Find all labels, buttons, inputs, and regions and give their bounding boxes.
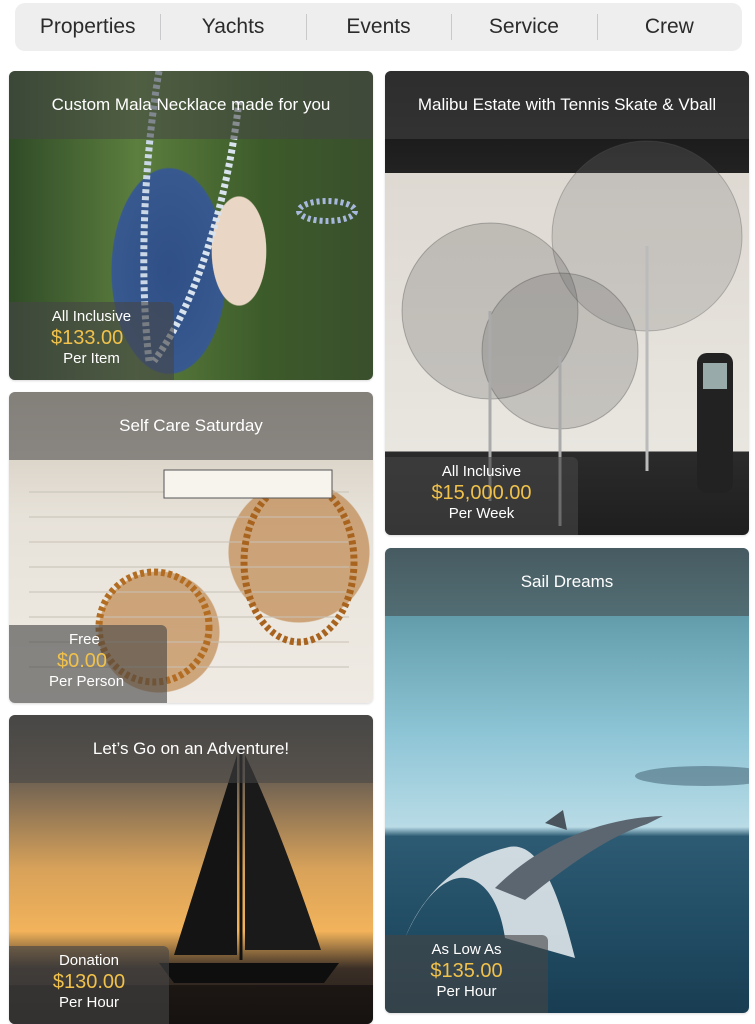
price-value: $0.00: [57, 650, 108, 672]
price-kind: Donation: [58, 952, 120, 969]
price-value: $135.00: [430, 960, 503, 982]
tab-crew[interactable]: Crew: [596, 3, 742, 51]
price-kind: All Inclusive: [441, 463, 522, 480]
price-unit: Per Hour: [58, 994, 120, 1011]
price-value: $130.00: [52, 971, 126, 993]
listing-card-sail[interactable]: Sail Dreams As Low As $135.00 Per Hour: [385, 548, 749, 1013]
price-badge: As Low As $135.00 Per Hour: [385, 935, 548, 1013]
tab-yachts[interactable]: Yachts: [160, 3, 305, 51]
price-value: $15,000.00: [431, 482, 532, 504]
listing-card-selfcare[interactable]: Self Care Saturday Free $0.00 Per Person: [9, 392, 373, 703]
price-badge: Donation $130.00 Per Hour: [9, 946, 169, 1024]
card-title: Let’s Go on an Adventure!: [9, 715, 373, 783]
card-title: Custom Mala Necklace made for you: [9, 71, 373, 139]
price-unit: Per Hour: [436, 983, 497, 1000]
card-title: Self Care Saturday: [9, 392, 373, 460]
category-nav: Properties Yachts Events Service Crew: [15, 3, 742, 51]
tab-events[interactable]: Events: [305, 3, 451, 51]
price-badge: Free $0.00 Per Person: [9, 625, 167, 703]
price-kind: All Inclusive: [51, 308, 132, 325]
price-kind: Free: [69, 631, 100, 648]
price-value: $133.00: [51, 327, 124, 349]
price-unit: Per Item: [63, 350, 120, 367]
card-title: Malibu Estate with Tennis Skate & Vball: [385, 71, 749, 139]
card-title: Sail Dreams: [385, 548, 749, 616]
listing-card-necklace[interactable]: Custom Mala Necklace made for you All In…: [9, 71, 373, 380]
price-badge: All Inclusive $15,000.00 Per Week: [385, 457, 578, 535]
price-unit: Per Week: [448, 505, 515, 522]
price-kind: As Low As: [431, 941, 502, 958]
tab-service[interactable]: Service: [451, 3, 596, 51]
price-unit: Per Person: [49, 673, 125, 690]
listing-card-malibu[interactable]: Malibu Estate with Tennis Skate & Vball …: [385, 71, 749, 535]
listing-card-adventure[interactable]: Let’s Go on an Adventure! Donation $130.…: [9, 715, 373, 1024]
price-badge: All Inclusive $133.00 Per Item: [9, 302, 174, 380]
tab-properties[interactable]: Properties: [15, 3, 160, 51]
